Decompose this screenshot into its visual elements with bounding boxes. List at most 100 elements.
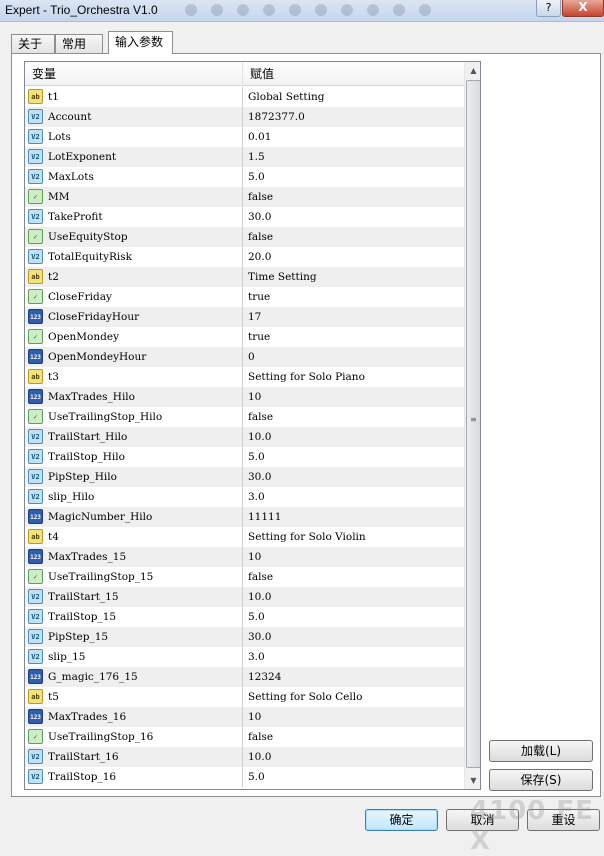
- variable-cell[interactable]: ✓ CloseFriday: [25, 287, 243, 307]
- value-cell[interactable]: true: [243, 287, 464, 307]
- value-cell[interactable]: 30.0: [243, 207, 464, 227]
- table-row[interactable]: V2 TakeProfit 30.0: [25, 207, 464, 227]
- variable-cell[interactable]: 123 OpenMondeyHour: [25, 347, 243, 367]
- table-row[interactable]: 123 G_magic_176_15 12324: [25, 667, 464, 687]
- value-cell[interactable]: 20.0: [243, 247, 464, 267]
- value-cell[interactable]: 17: [243, 307, 464, 327]
- value-cell[interactable]: Setting for Solo Cello: [243, 687, 464, 707]
- value-cell[interactable]: 10.0: [243, 427, 464, 447]
- variable-cell[interactable]: 123 CloseFridayHour: [25, 307, 243, 327]
- value-cell[interactable]: 10: [243, 547, 464, 567]
- value-cell[interactable]: 30.0: [243, 627, 464, 647]
- value-cell[interactable]: 5.0: [243, 607, 464, 627]
- table-row[interactable]: V2 TotalEquityRisk 20.0: [25, 247, 464, 267]
- table-row[interactable]: ✓ UseTrailingStop_15 false: [25, 567, 464, 587]
- variable-cell[interactable]: V2 TotalEquityRisk: [25, 247, 243, 267]
- variable-cell[interactable]: ✓ OpenMondey: [25, 327, 243, 347]
- close-button[interactable]: X: [562, 0, 604, 17]
- value-cell[interactable]: Setting for Solo Piano: [243, 367, 464, 387]
- table-row[interactable]: V2 TrailStart_15 10.0: [25, 587, 464, 607]
- variable-cell[interactable]: ab t4: [25, 527, 243, 547]
- save-button[interactable]: 保存(S): [489, 769, 593, 791]
- value-cell[interactable]: 3.0: [243, 487, 464, 507]
- value-cell[interactable]: Global Setting: [243, 87, 464, 107]
- table-row[interactable]: 123 MaxTrades_16 10: [25, 707, 464, 727]
- table-row[interactable]: ab t2 Time Setting: [25, 267, 464, 287]
- table-row[interactable]: ✓ CloseFriday true: [25, 287, 464, 307]
- value-cell[interactable]: false: [243, 567, 464, 587]
- variable-cell[interactable]: ab t1: [25, 87, 243, 107]
- variable-cell[interactable]: V2 TrailStop_16: [25, 767, 243, 787]
- tab-common[interactable]: 常用: [55, 34, 103, 53]
- variable-cell[interactable]: 123 MaxTrades_15: [25, 547, 243, 567]
- table-row[interactable]: V2 MaxLots 5.0: [25, 167, 464, 187]
- table-row[interactable]: V2 PipStep_Hilo 30.0: [25, 467, 464, 487]
- table-row[interactable]: ab t4 Setting for Solo Violin: [25, 527, 464, 547]
- value-cell[interactable]: false: [243, 227, 464, 247]
- value-cell[interactable]: 30.0: [243, 467, 464, 487]
- value-cell[interactable]: Setting for Solo Violin: [243, 527, 464, 547]
- table-row[interactable]: V2 Account 1872377.0: [25, 107, 464, 127]
- table-row[interactable]: ✓ UseTrailingStop_16 false: [25, 727, 464, 747]
- value-cell[interactable]: false: [243, 407, 464, 427]
- value-cell[interactable]: false: [243, 727, 464, 747]
- variable-cell[interactable]: 123 MagicNumber_Hilo: [25, 507, 243, 527]
- variable-cell[interactable]: ✓ UseTrailingStop_Hilo: [25, 407, 243, 427]
- table-row[interactable]: ✓ UseEquityStop false: [25, 227, 464, 247]
- variable-cell[interactable]: 123 MaxTrades_16: [25, 707, 243, 727]
- table-row[interactable]: ab t5 Setting for Solo Cello: [25, 687, 464, 707]
- value-cell[interactable]: 0.01: [243, 127, 464, 147]
- variable-cell[interactable]: V2 PipStep_15: [25, 627, 243, 647]
- value-cell[interactable]: 5.0: [243, 767, 464, 787]
- scroll-down-arrow-icon[interactable]: ▼: [465, 772, 480, 789]
- variable-cell[interactable]: V2 TakeProfit: [25, 207, 243, 227]
- variable-cell[interactable]: ab t2: [25, 267, 243, 287]
- table-row[interactable]: V2 Lots 0.01: [25, 127, 464, 147]
- variable-cell[interactable]: ✓ UseEquityStop: [25, 227, 243, 247]
- variable-cell[interactable]: ab t5: [25, 687, 243, 707]
- vertical-scrollbar[interactable]: ▲ ≡ ▼: [464, 62, 480, 789]
- value-cell[interactable]: false: [243, 187, 464, 207]
- variable-cell[interactable]: V2 TrailStop_15: [25, 607, 243, 627]
- value-cell[interactable]: 10.0: [243, 747, 464, 767]
- value-cell[interactable]: 10: [243, 707, 464, 727]
- table-row[interactable]: V2 TrailStop_15 5.0: [25, 607, 464, 627]
- table-row[interactable]: ✓ UseTrailingStop_Hilo false: [25, 407, 464, 427]
- table-row[interactable]: V2 slip_15 3.0: [25, 647, 464, 667]
- variable-cell[interactable]: V2 LotExponent: [25, 147, 243, 167]
- table-row[interactable]: ✓ OpenMondey true: [25, 327, 464, 347]
- variable-cell[interactable]: 123 G_magic_176_15: [25, 667, 243, 687]
- table-row[interactable]: 123 MaxTrades_15 10: [25, 547, 464, 567]
- variable-cell[interactable]: V2 Account: [25, 107, 243, 127]
- variable-cell[interactable]: V2 MaxLots: [25, 167, 243, 187]
- value-cell[interactable]: 3.0: [243, 647, 464, 667]
- table-row[interactable]: V2 PipStep_15 30.0: [25, 627, 464, 647]
- value-cell[interactable]: 12324: [243, 667, 464, 687]
- table-row[interactable]: 123 MaxTrades_Hilo 10: [25, 387, 464, 407]
- value-cell[interactable]: 10.0: [243, 587, 464, 607]
- variable-cell[interactable]: V2 slip_Hilo: [25, 487, 243, 507]
- variable-cell[interactable]: ✓ UseTrailingStop_15: [25, 567, 243, 587]
- table-row[interactable]: V2 LotExponent 1.5: [25, 147, 464, 167]
- variable-cell[interactable]: V2 TrailStart_15: [25, 587, 243, 607]
- table-row[interactable]: V2 TrailStart_16 10.0: [25, 747, 464, 767]
- value-cell[interactable]: 10: [243, 387, 464, 407]
- table-row[interactable]: 123 MagicNumber_Hilo 11111: [25, 507, 464, 527]
- ok-button[interactable]: 确定: [365, 809, 438, 831]
- table-row[interactable]: V2 TrailStart_Hilo 10.0: [25, 427, 464, 447]
- variable-cell[interactable]: ✓ MM: [25, 187, 243, 207]
- value-cell[interactable]: 5.0: [243, 447, 464, 467]
- variable-cell[interactable]: V2 TrailStart_Hilo: [25, 427, 243, 447]
- table-row[interactable]: ✓ MM false: [25, 187, 464, 207]
- variable-cell[interactable]: V2 Lots: [25, 127, 243, 147]
- load-button[interactable]: 加载(L): [489, 740, 593, 762]
- variable-cell[interactable]: 123 MaxTrades_Hilo: [25, 387, 243, 407]
- table-row[interactable]: ab t3 Setting for Solo Piano: [25, 367, 464, 387]
- help-button[interactable]: ?: [536, 0, 561, 17]
- table-row[interactable]: 123 CloseFridayHour 17: [25, 307, 464, 327]
- value-cell[interactable]: 11111: [243, 507, 464, 527]
- tab-about[interactable]: 关于: [11, 34, 55, 53]
- variable-cell[interactable]: ✓ UseTrailingStop_16: [25, 727, 243, 747]
- value-cell[interactable]: 1872377.0: [243, 107, 464, 127]
- variable-cell[interactable]: V2 slip_15: [25, 647, 243, 667]
